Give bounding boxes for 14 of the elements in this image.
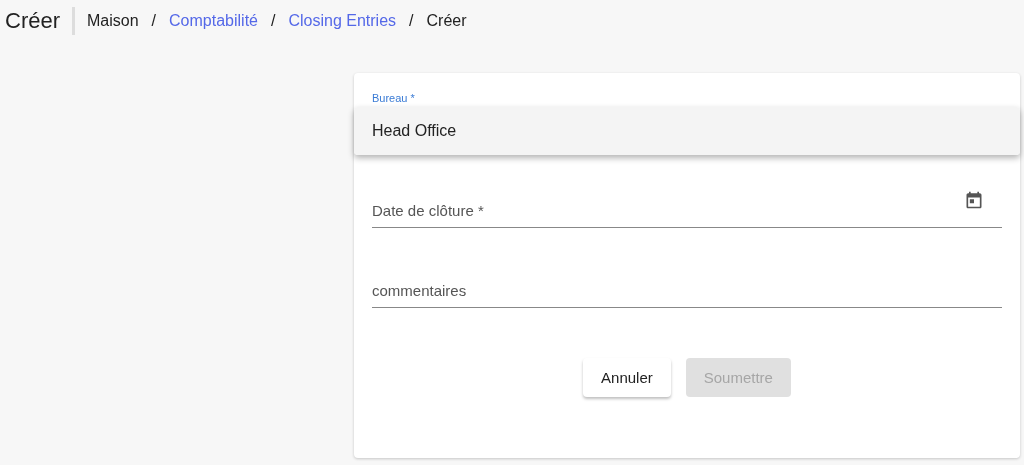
calendar-icon[interactable]: [964, 190, 984, 210]
cancel-button[interactable]: Annuler: [583, 358, 671, 397]
breadcrumb-separator: /: [409, 12, 414, 30]
comment-field[interactable]: commentaires: [372, 276, 1002, 308]
page-title: Créer: [5, 7, 75, 35]
breadcrumb-link[interactable]: Closing Entries: [288, 12, 397, 30]
date-field[interactable]: Date de clôture *: [372, 196, 1002, 228]
breadcrumb-label: Créer: [426, 12, 467, 30]
field-label: Bureau *: [372, 92, 416, 104]
breadcrumb-separator: /: [271, 12, 276, 30]
breadcrumb-separator: /: [151, 12, 157, 30]
breadcrumb-link[interactable]: Comptabilité: [169, 12, 258, 30]
breadcrumb-label: Maison: [87, 12, 139, 30]
menu-option[interactable]: Head Office: [354, 107, 1020, 155]
